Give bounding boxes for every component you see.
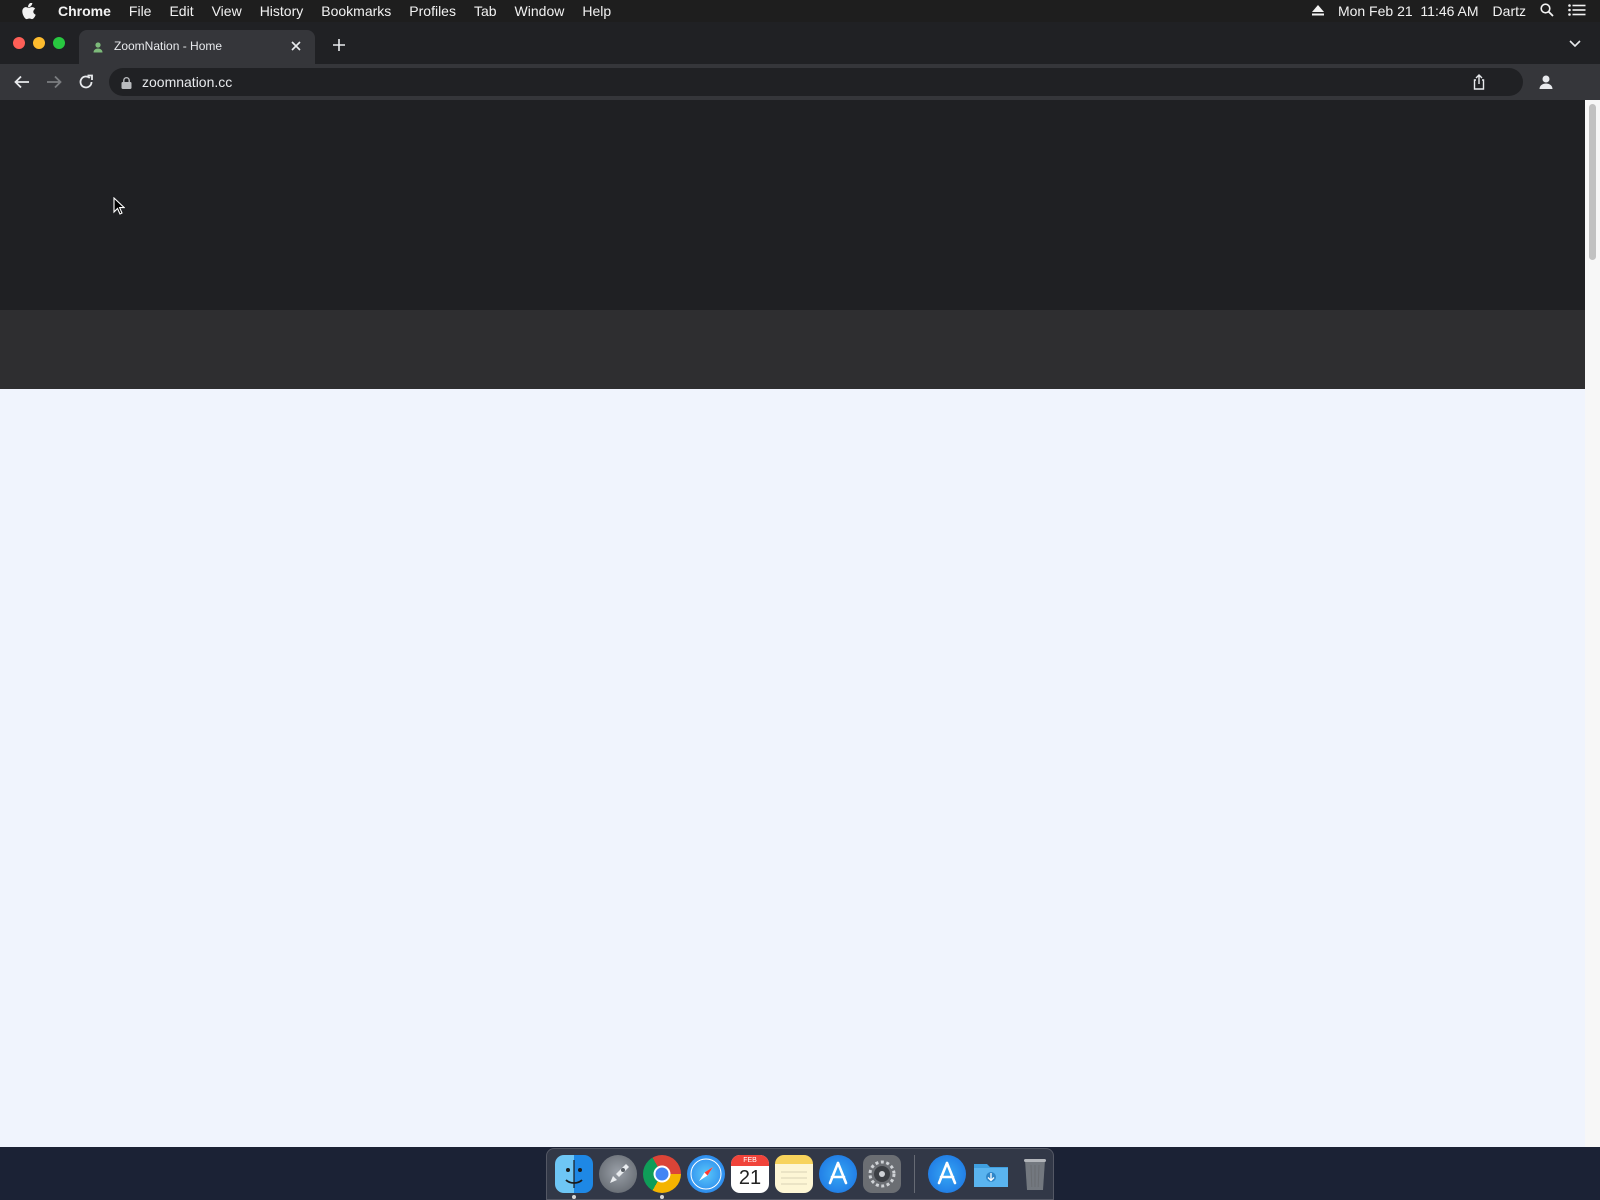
scrollbar-thumb[interactable] — [1589, 104, 1596, 260]
apple-icon[interactable] — [17, 0, 39, 22]
app-store-icon[interactable] — [819, 1155, 857, 1193]
zoomnation-favicon-icon — [92, 40, 104, 53]
menu-edit[interactable]: Edit — [160, 0, 202, 22]
tab-search-chevron-down-icon[interactable] — [1568, 36, 1584, 52]
finder-icon[interactable] — [555, 1155, 593, 1199]
tab-title: ZoomNation - Home — [114, 39, 223, 53]
spotlight-search-icon[interactable] — [1540, 2, 1554, 20]
dock-separator — [914, 1155, 915, 1193]
dock: FEB 21 — [546, 1148, 1054, 1200]
menu-bookmarks[interactable]: Bookmarks — [312, 0, 400, 22]
site-subheader — [0, 310, 1585, 389]
tab-strip: ZoomNation - Home — [0, 22, 1600, 64]
menu-history[interactable]: History — [251, 0, 313, 22]
new-tab-button[interactable] — [330, 36, 348, 54]
tab-zoomnation-home[interactable]: ZoomNation - Home — [79, 30, 315, 64]
window-close-button[interactable] — [13, 37, 25, 49]
menu-profiles[interactable]: Profiles — [400, 0, 465, 22]
app-store-icon[interactable] — [928, 1155, 966, 1193]
menu-tab[interactable]: Tab — [465, 0, 506, 22]
address-bar[interactable]: zoomnation.cc — [109, 68, 1523, 96]
tab-close-icon[interactable] — [289, 39, 303, 53]
safari-icon[interactable] — [687, 1155, 725, 1193]
reload-icon[interactable] — [75, 71, 97, 93]
address-url[interactable]: zoomnation.cc — [142, 74, 232, 90]
window-maximize-button[interactable] — [53, 37, 65, 49]
running-indicator — [572, 1195, 576, 1199]
notification-center-icon[interactable] — [1568, 3, 1586, 19]
chrome-icon[interactable] — [643, 1155, 681, 1199]
menu-clock[interactable]: Mon Feb 21 11:46 AM — [1338, 0, 1479, 22]
downloads-folder-icon[interactable] — [972, 1155, 1010, 1193]
menu-app-name[interactable]: Chrome — [49, 0, 120, 22]
eject-icon[interactable] — [1311, 3, 1324, 19]
page-body — [0, 389, 1585, 1147]
profile-icon[interactable] — [1536, 72, 1556, 92]
system-preferences-icon[interactable] — [863, 1155, 901, 1193]
site-header — [0, 100, 1585, 310]
browser-toolbar: zoomnation.cc — [0, 64, 1600, 100]
forward-icon[interactable] — [43, 71, 65, 93]
menu-view[interactable]: View — [203, 0, 251, 22]
page-viewport[interactable] — [0, 100, 1585, 1147]
menu-file[interactable]: File — [120, 0, 161, 22]
launchpad-icon[interactable] — [599, 1155, 637, 1193]
browser-window: ZoomNation - Home zoomnation.cc — [0, 22, 1600, 1147]
calendar-month: FEB — [731, 1155, 769, 1166]
menu-user[interactable]: Dartz — [1493, 0, 1526, 22]
menu-help[interactable]: Help — [573, 0, 620, 22]
calendar-icon[interactable]: FEB 21 — [731, 1155, 769, 1193]
lock-icon[interactable] — [121, 76, 132, 89]
menu-window[interactable]: Window — [506, 0, 574, 22]
menu-bar: Chrome File Edit View History Bookmarks … — [0, 0, 1600, 22]
calendar-day: 21 — [738, 1167, 762, 1189]
window-minimize-button[interactable] — [33, 37, 45, 49]
back-icon[interactable] — [11, 71, 33, 93]
mouse-cursor-icon — [113, 196, 126, 215]
notes-icon[interactable] — [775, 1155, 813, 1193]
trash-icon[interactable] — [1016, 1155, 1054, 1193]
share-icon[interactable] — [1471, 74, 1487, 90]
running-indicator — [660, 1195, 664, 1199]
